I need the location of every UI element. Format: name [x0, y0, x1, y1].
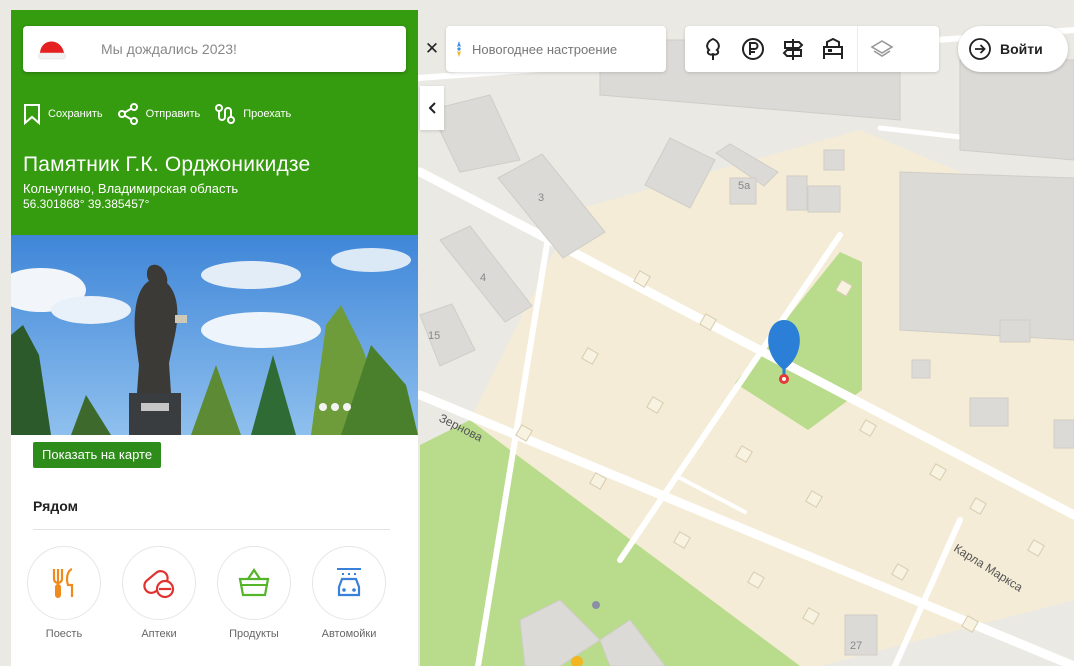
building-right-small-2	[1053, 419, 1074, 449]
building-right-large	[899, 171, 1074, 341]
search-text: Мы дождались 2023!	[101, 41, 237, 57]
category-label: Аптеки	[141, 628, 177, 640]
save-button[interactable]: Сохранить	[23, 103, 103, 125]
map-toolbar	[685, 26, 939, 72]
show-on-map-button[interactable]: Показать на карте	[33, 442, 162, 468]
route-icon	[215, 104, 236, 124]
login-label: Войти	[1000, 41, 1043, 57]
building-3	[497, 153, 606, 259]
category-label: Автомойки	[321, 628, 377, 640]
fork-knife-icon	[52, 567, 74, 598]
building-label-5a: 5a	[738, 180, 751, 192]
category-circle	[217, 546, 291, 620]
building-right-small	[969, 397, 1009, 427]
building-small-2	[807, 185, 841, 213]
building-right-mini	[911, 359, 931, 379]
building-label-15: 15	[428, 330, 441, 342]
tree-icon	[706, 37, 720, 60]
category-label: Продукты	[229, 628, 279, 640]
category-circle	[27, 546, 101, 620]
category-circle	[312, 546, 386, 620]
place-coordinates[interactable]: 56.301868° 39.385457°	[23, 197, 406, 211]
route-label: Проехать	[243, 108, 292, 120]
tool-hotel[interactable]	[813, 26, 853, 72]
nearby-category-car-wash[interactable]: Автомойки	[309, 546, 389, 640]
place-photo[interactable]	[11, 235, 418, 435]
nearby-divider	[33, 529, 390, 530]
category-circle	[122, 546, 196, 620]
tool-tree[interactable]	[693, 26, 733, 72]
building-label-3: 3	[538, 192, 545, 204]
tool-signpost[interactable]	[773, 26, 813, 72]
basket-icon	[238, 568, 270, 597]
save-label: Сохранить	[48, 108, 103, 120]
login-button[interactable]: Войти	[958, 26, 1068, 72]
monument-photo	[11, 235, 418, 435]
login-arrow-icon	[969, 38, 991, 60]
tool-ruble[interactable]	[733, 26, 773, 72]
place-panel: Мы дождались 2023! Сохранить Отправить П…	[11, 10, 418, 666]
category-label: Поесть	[45, 628, 83, 640]
share-icon	[117, 103, 138, 125]
panel-header: Мы дождались 2023! Сохранить Отправить П…	[11, 10, 418, 235]
signpost-icon	[782, 39, 804, 60]
collapse-panel-button[interactable]	[420, 86, 444, 130]
nearby-title: Рядом	[33, 498, 78, 514]
building-top-right	[959, 59, 1074, 161]
sparkle-icon	[457, 41, 461, 57]
building-right-small-3	[999, 319, 1031, 343]
hotel-bed-icon	[823, 37, 843, 59]
bookmark-icon	[24, 104, 40, 125]
poi-dot	[592, 601, 600, 609]
building-label-27: 27	[850, 640, 863, 652]
close-icon: ✕	[424, 39, 440, 58]
search-bar[interactable]: Мы дождались 2023!	[23, 26, 406, 72]
santa-hat-icon	[37, 41, 67, 60]
nearby-category-food[interactable]: Поесть	[24, 546, 104, 640]
place-title: Памятник Г.К. Орджоникидзе	[23, 153, 311, 176]
building-label-4: 4	[480, 272, 487, 284]
tool-layers[interactable]	[862, 26, 902, 72]
layers-icon	[870, 40, 894, 57]
route-button[interactable]: Проехать	[214, 103, 291, 125]
share-button[interactable]: Отправить	[117, 103, 201, 125]
ruble-icon	[742, 38, 764, 60]
toolbar-separator	[857, 26, 858, 72]
nearby-category-pharmacy[interactable]: Аптеки	[119, 546, 199, 640]
car-wash-icon	[337, 568, 361, 597]
building-small-1	[786, 175, 808, 211]
nearby-category-groceries[interactable]: Продукты	[214, 546, 294, 640]
place-actions: Сохранить Отправить Проехать	[23, 102, 406, 126]
event-chip-label: Новогоднее настроение	[472, 41, 618, 57]
event-chip[interactable]: Новогоднее настроение	[446, 26, 666, 72]
pill-icon	[143, 570, 175, 599]
share-label: Отправить	[145, 108, 201, 120]
building-small-3	[823, 149, 845, 171]
chevron-left-icon	[428, 102, 436, 114]
close-button[interactable]: ✕	[420, 34, 444, 64]
place-region: Кольчугино, Владимирская область	[23, 181, 239, 196]
